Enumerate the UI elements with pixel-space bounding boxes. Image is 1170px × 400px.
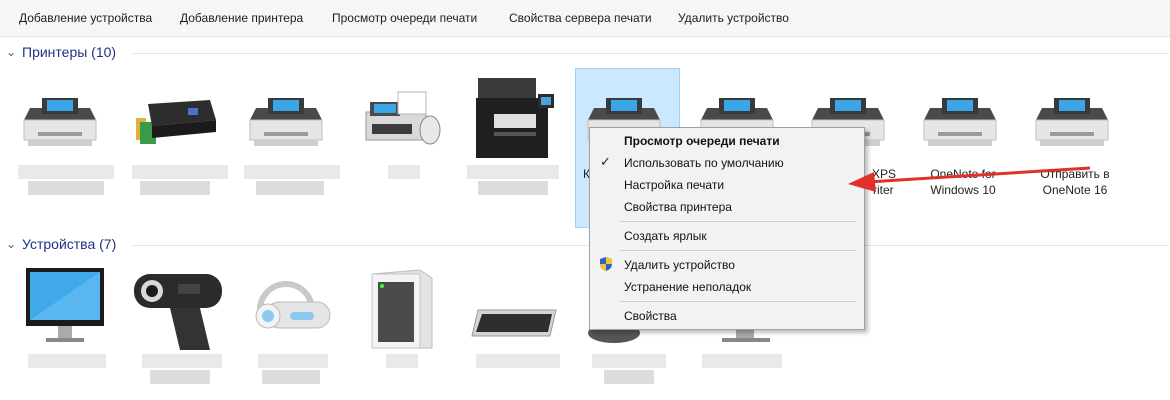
webcam-icon[interactable] [130, 268, 226, 356]
menu-item-view-queue[interactable]: Просмотр очереди печати [624, 134, 780, 148]
add-device-button[interactable]: Добавление устройства [19, 11, 152, 25]
menu-item-set-default[interactable]: Использовать по умолчанию [624, 156, 784, 170]
keyboard-icon[interactable] [468, 306, 560, 346]
blurred-label [256, 181, 324, 195]
blurred-label [467, 165, 559, 179]
blurred-label [262, 370, 320, 384]
printers-group-title: Принтеры (10) [22, 44, 117, 60]
printer-icon[interactable] [20, 90, 100, 150]
menu-separator [620, 250, 856, 251]
blurred-label [592, 354, 666, 368]
menu-separator [620, 301, 856, 302]
blurred-label [244, 165, 340, 179]
blurred-label [604, 370, 654, 384]
monitor-icon[interactable] [708, 328, 784, 350]
blurred-label [18, 165, 114, 179]
devices-group-title: Устройства (7) [22, 236, 117, 252]
annotation-arrow [848, 166, 1091, 192]
uac-shield-icon [600, 257, 612, 271]
checkmark-icon: ✓ [600, 154, 611, 169]
monitor-icon[interactable] [24, 266, 106, 346]
blurred-label [702, 354, 782, 368]
blurred-label [140, 181, 210, 195]
menu-item-properties[interactable]: Свойства [624, 309, 677, 323]
blurred-label [478, 181, 548, 195]
blurred-label [28, 354, 106, 368]
chevron-down-icon: ⌄ [6, 237, 17, 251]
printer-icon[interactable] [920, 90, 1000, 150]
blurred-label [142, 354, 222, 368]
devices-group-header[interactable]: ⌄ Устройства (7) [6, 236, 116, 252]
menu-item-printer-properties[interactable]: Свойства принтера [624, 200, 732, 214]
fax-icon[interactable] [360, 88, 444, 150]
print-server-properties-button[interactable]: Свойства сервера печати [509, 11, 652, 25]
blurred-label [386, 354, 418, 368]
blurred-label [258, 354, 328, 368]
blurred-label [150, 370, 210, 384]
group-divider [132, 53, 1168, 54]
print-queue-button[interactable]: Просмотр очереди печати [332, 11, 477, 25]
command-bar: Добавление устройства Добавление принтер… [0, 0, 1170, 37]
computer-tower-icon[interactable] [366, 268, 436, 352]
menu-item-troubleshoot[interactable]: Устранение неполадок [624, 280, 751, 294]
inkjet-printer-icon[interactable] [130, 88, 220, 150]
headset-icon[interactable] [246, 270, 336, 350]
blurred-label [132, 165, 228, 179]
mfp-printer-icon[interactable] [470, 74, 560, 164]
chevron-down-icon: ⌄ [6, 45, 17, 59]
blurred-label [476, 354, 560, 368]
blurred-label [388, 165, 420, 179]
printers-group-header[interactable]: ⌄ Принтеры (10) [6, 44, 116, 60]
context-menu: Просмотр очереди печати ✓ Использовать п… [589, 127, 865, 330]
add-printer-button[interactable]: Добавление принтера [180, 11, 303, 25]
blurred-label [28, 181, 104, 195]
remove-device-button[interactable]: Удалить устройство [678, 11, 789, 25]
menu-item-print-settings[interactable]: Настройка печати [624, 178, 724, 192]
menu-separator [620, 221, 856, 222]
menu-item-remove-device[interactable]: Удалить устройство [624, 258, 735, 272]
printer-icon[interactable] [1032, 90, 1112, 150]
menu-item-create-shortcut[interactable]: Создать ярлык [624, 229, 707, 243]
printer-icon[interactable] [246, 90, 326, 150]
